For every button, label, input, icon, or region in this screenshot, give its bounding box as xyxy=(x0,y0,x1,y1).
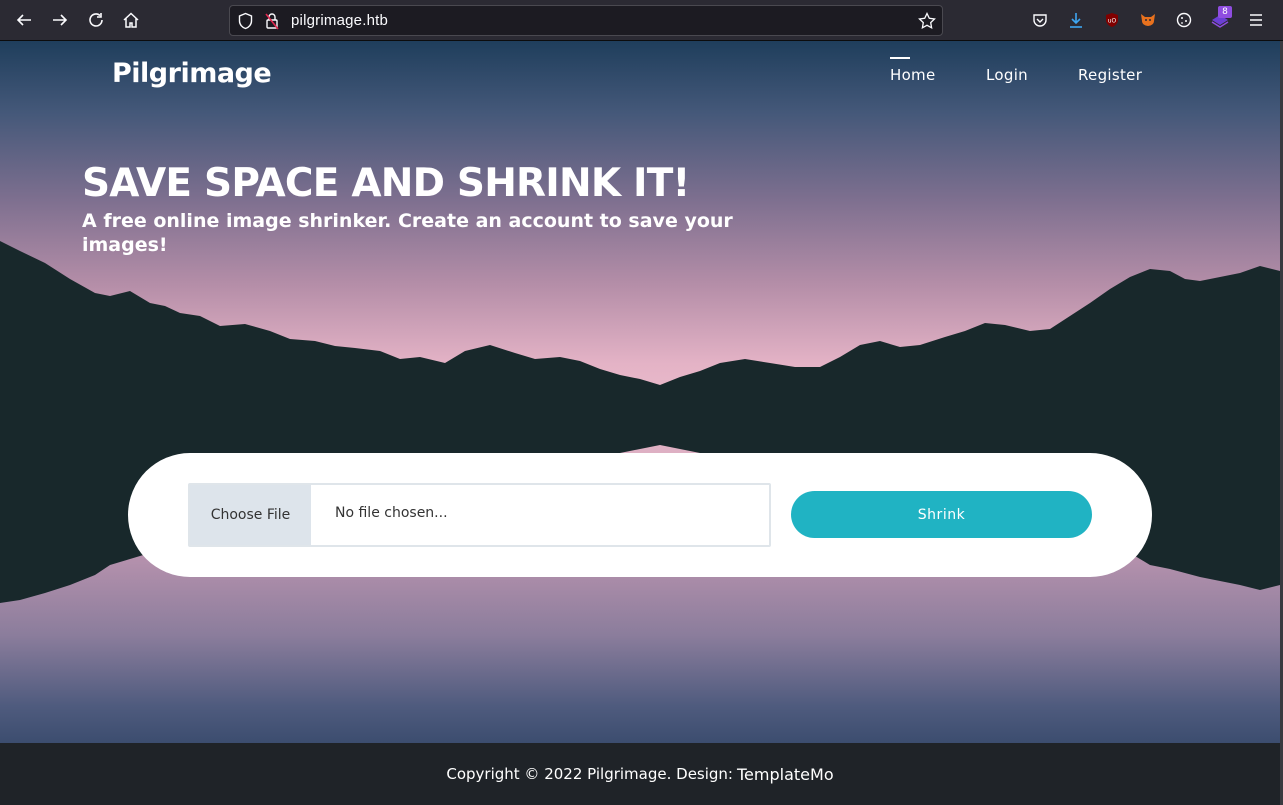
menu-hamburger-icon[interactable] xyxy=(1245,9,1267,31)
nav-login-link[interactable]: Login xyxy=(986,66,1028,84)
nav-home-link[interactable]: Home xyxy=(890,66,936,84)
home-icon[interactable] xyxy=(119,8,143,32)
browser-toolbar: pilgrimage.htb uO 8 xyxy=(0,0,1283,41)
footer-credit-link[interactable]: TemplateMo xyxy=(737,765,834,784)
pocket-icon[interactable] xyxy=(1029,9,1051,31)
choose-file-button[interactable]: Choose File xyxy=(190,485,311,545)
site-logo[interactable]: Pilgrimage xyxy=(112,58,272,89)
shield-icon[interactable] xyxy=(237,12,254,34)
ublock-origin-icon[interactable]: uO xyxy=(1101,9,1123,31)
extension-count-badge: 8 xyxy=(1218,6,1232,18)
bookmark-star-icon[interactable] xyxy=(918,11,936,34)
nav-active-indicator xyxy=(890,57,910,59)
url-text[interactable]: pilgrimage.htb xyxy=(291,12,388,29)
footer: Copyright © 2022 Pilgrimage. Design: Tem… xyxy=(0,743,1280,805)
forward-icon[interactable] xyxy=(48,8,72,32)
nav-register-link[interactable]: Register xyxy=(1078,66,1142,84)
upload-form: Choose File No file chosen... Shrink xyxy=(128,453,1152,577)
back-icon[interactable] xyxy=(12,8,36,32)
downloads-icon[interactable] xyxy=(1065,9,1087,31)
cookie-editor-icon[interactable] xyxy=(1173,9,1195,31)
footer-copyright: Copyright © 2022 Pilgrimage. Design: xyxy=(446,765,733,783)
hero-title: SAVE SPACE AND SHRINK IT! xyxy=(82,161,690,206)
foxyproxy-icon[interactable] xyxy=(1137,9,1159,31)
svg-text:uO: uO xyxy=(1108,18,1117,25)
insecure-lock-icon[interactable] xyxy=(265,12,279,34)
page-viewport: Pilgrimage Home Login Register SAVE SPAC… xyxy=(0,41,1280,805)
hero-subtitle: A free online image shrinker. Create an … xyxy=(82,210,733,256)
file-input[interactable]: Choose File No file chosen... xyxy=(188,483,771,547)
hero-section: Pilgrimage Home Login Register SAVE SPAC… xyxy=(0,41,1280,435)
reload-icon[interactable] xyxy=(84,8,108,32)
file-status-text: No file chosen... xyxy=(335,505,448,521)
url-bar[interactable]: pilgrimage.htb xyxy=(229,5,943,36)
shrink-button[interactable]: Shrink xyxy=(791,491,1092,538)
